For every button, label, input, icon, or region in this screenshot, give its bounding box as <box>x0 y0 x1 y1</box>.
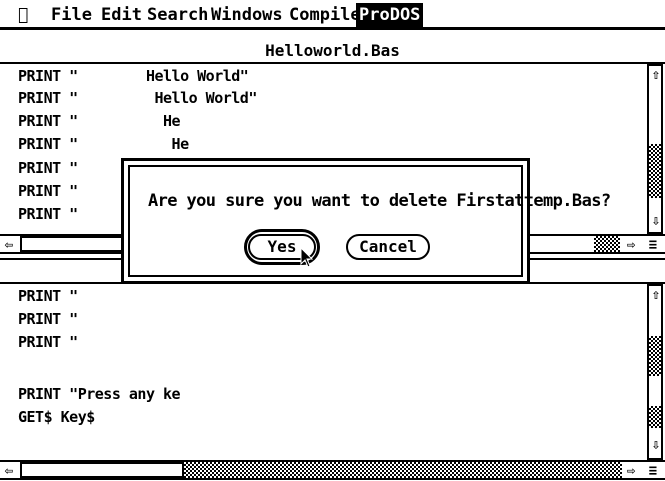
window-title: Helloworld.Bas <box>265 41 400 60</box>
menu-file[interactable]: File <box>48 3 95 27</box>
bottom-horizontal-scrollbar[interactable]: ⇦ ⇨ ≡ <box>0 460 665 480</box>
code-line: PRINT "Press any ke <box>18 385 181 403</box>
menu-edit[interactable]: Edit <box>98 3 145 27</box>
down-arrow-icon[interactable]: ⇩ <box>649 436 663 454</box>
code-line: PRINT " He <box>18 112 181 130</box>
scroll-track[interactable] <box>649 336 661 376</box>
split-window-icon[interactable]: ≡ <box>646 462 660 480</box>
code-line: GET$ Key$ <box>18 408 95 426</box>
menu-bar:  File Edit Search Windows Compile ProDO… <box>0 0 665 30</box>
mouse-pointer-icon <box>300 247 314 268</box>
right-arrow-icon[interactable]: ⇨ <box>624 236 638 254</box>
code-line: PRINT " He <box>18 135 189 153</box>
down-arrow-icon[interactable]: ⇩ <box>649 212 663 230</box>
apple-icon[interactable]:  <box>18 3 28 27</box>
confirm-delete-dialog: Are you sure you want to delete Firstatt… <box>121 158 611 284</box>
right-arrow-icon[interactable]: ⇨ <box>624 462 638 480</box>
code-line: PRINT " Hello World" <box>18 89 257 107</box>
scroll-thumb[interactable] <box>20 236 128 252</box>
code-line: PRINT " Hello World" <box>18 67 249 85</box>
up-arrow-icon[interactable]: ⇧ <box>649 66 663 84</box>
scroll-track[interactable] <box>649 144 661 198</box>
menu-search[interactable]: Search <box>144 3 211 27</box>
code-line: PRINT " <box>18 333 78 351</box>
menu-compile[interactable]: Compile <box>286 3 364 27</box>
code-line: PRINT " <box>18 159 78 177</box>
bottom-pane[interactable]: PRINT " PRINT " PRINT " PRINT "Press any… <box>0 284 645 459</box>
scroll-track[interactable] <box>184 462 622 478</box>
left-arrow-icon[interactable]: ⇦ <box>2 236 16 254</box>
scroll-track[interactable] <box>594 236 620 252</box>
scroll-thumb[interactable] <box>20 462 184 478</box>
left-arrow-icon[interactable]: ⇦ <box>2 462 16 480</box>
code-line: PRINT " <box>18 287 78 305</box>
split-window-icon[interactable]: ≡ <box>646 236 660 254</box>
up-arrow-icon[interactable]: ⇧ <box>649 286 663 304</box>
cancel-button[interactable]: Cancel <box>346 234 430 260</box>
menu-windows[interactable]: Windows <box>208 3 286 27</box>
code-line: PRINT " <box>18 310 78 328</box>
menu-prodos[interactable]: ProDOS <box>356 3 424 27</box>
dialog-frame <box>128 165 523 277</box>
top-vertical-scrollbar[interactable]: ⇧ ⇩ <box>647 64 663 234</box>
code-line: PRINT " <box>18 182 78 200</box>
dialog-message: Are you sure you want to delete Firstatt… <box>148 191 611 211</box>
window-title-bar[interactable]: Helloworld.Bas <box>0 40 665 64</box>
bottom-vertical-scrollbar[interactable]: ⇧ ⇩ <box>647 284 663 460</box>
scroll-track[interactable] <box>649 406 661 428</box>
code-line: PRINT " <box>18 205 78 223</box>
